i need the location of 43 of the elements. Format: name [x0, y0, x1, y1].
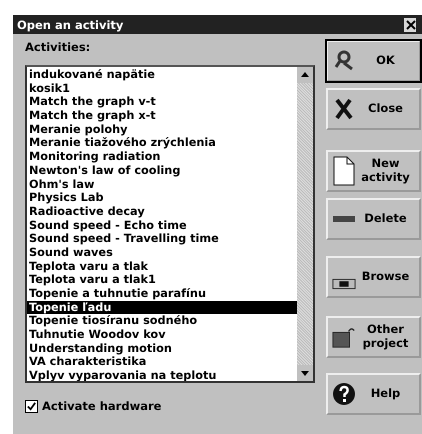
checkbox[interactable] — [25, 400, 38, 412]
list-item[interactable]: Monitoring radiation — [27, 150, 297, 164]
close-button[interactable]: Close — [326, 88, 421, 130]
browse-button[interactable]: Browse — [326, 256, 421, 298]
magnifier-icon — [332, 49, 356, 73]
bar-icon — [332, 215, 356, 223]
list-item[interactable]: Tuhnutie Woodov kov — [27, 328, 297, 342]
list-item[interactable]: Ohm's law — [27, 178, 297, 192]
list-item[interactable]: Physics Lab — [27, 191, 297, 205]
document-icon — [332, 156, 356, 186]
list-item[interactable]: VA charakteristika — [27, 355, 297, 370]
list-item[interactable]: Newton's law of cooling — [27, 164, 297, 178]
folder-icon — [332, 325, 356, 349]
list-item[interactable]: kosik1 — [27, 82, 297, 96]
chip-icon — [332, 277, 356, 291]
list-item[interactable]: Topenie a tuhnutie parafínu — [27, 287, 297, 301]
delete-button[interactable]: Delete — [326, 198, 421, 240]
scroll-down-icon[interactable] — [297, 365, 313, 381]
list-item[interactable]: Radioactive decay — [27, 204, 297, 219]
list-item[interactable]: Meranie tiažového zrýchlenia — [27, 136, 297, 150]
list-item[interactable]: Understanding motion — [27, 342, 297, 356]
close-icon[interactable] — [404, 18, 416, 32]
list-item[interactable]: Sound speed - Echo time — [27, 218, 297, 232]
ok-button[interactable]: OK — [326, 40, 421, 82]
other-project-button[interactable]: Other project — [326, 316, 421, 358]
list-item[interactable]: Topenie ľadu — [27, 300, 297, 314]
list-item[interactable]: Match the graph x-t — [27, 109, 297, 123]
window-title: Open an activity — [17, 18, 124, 32]
new-activity-button[interactable]: New activity — [326, 150, 421, 192]
list-item[interactable]: Sound waves — [27, 246, 297, 260]
list-item[interactable]: Teplota varu a tlak1 — [27, 273, 297, 287]
activities-label: Activities: — [25, 40, 92, 55]
scrollbar[interactable] — [297, 67, 313, 381]
help-icon — [332, 382, 356, 406]
list-item[interactable]: indukované napätie — [27, 68, 297, 82]
list-item[interactable]: Match the graph v-t — [27, 95, 297, 110]
list-item[interactable]: Topenie tiosíranu sodného — [27, 314, 297, 328]
checkbox-label: Activate hardware — [42, 399, 162, 413]
list-item[interactable]: Teplota varu a tlak — [27, 260, 297, 274]
scroll-up-icon[interactable] — [297, 67, 313, 83]
list-item[interactable]: Sound speed - Travelling time — [27, 232, 297, 246]
help-button[interactable]: Help — [326, 373, 421, 415]
list-item[interactable]: Meranie polohy — [27, 122, 297, 136]
